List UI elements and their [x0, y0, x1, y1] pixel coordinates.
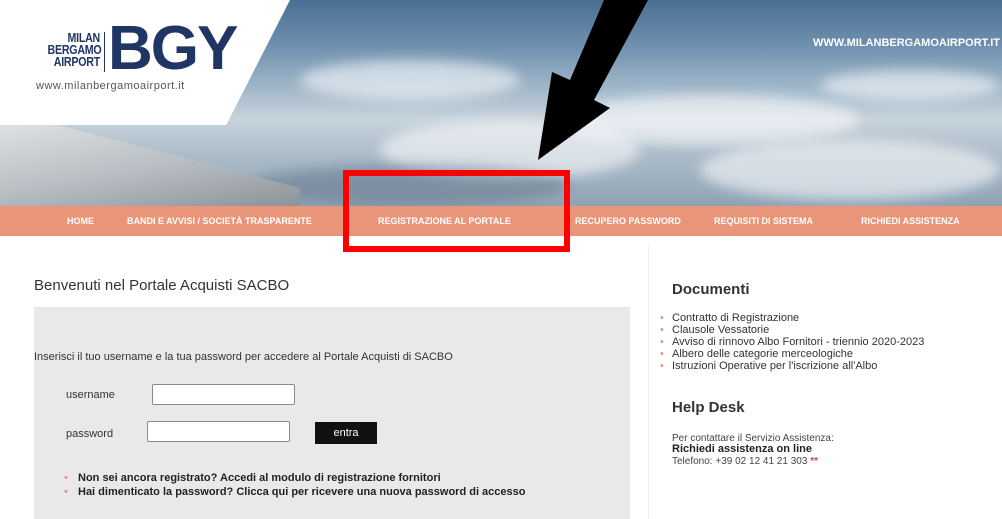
password-input[interactable] — [147, 421, 290, 442]
cloud-shape — [820, 70, 1000, 100]
logo-panel[interactable]: MILAN BERGAMO AIRPORT BGY www.milanberga… — [0, 0, 290, 125]
login-button[interactable]: entra — [315, 422, 377, 444]
nav-bandi-avvisi[interactable]: Bandi e Avvisi / Società Trasparente — [127, 206, 312, 236]
helpdesk-title: Help Desk — [672, 399, 745, 416]
document-link[interactable]: • Albero delle categorie merceologiche — [660, 348, 924, 360]
logo-bgy: BGY — [108, 14, 238, 83]
bullet-icon: • — [660, 336, 664, 348]
bullet-icon: • — [660, 324, 664, 336]
documents-list: • Contratto di Registrazione • Clausole Ve… — [660, 312, 924, 372]
helpdesk-online-link[interactable]: Richiedi assistenza on line — [672, 444, 812, 455]
page-title: Benvenuti nel Portale Acquisti SACBO — [34, 277, 290, 294]
nav-home[interactable]: Home — [67, 206, 94, 236]
bullet-icon: • — [660, 348, 664, 360]
document-link[interactable]: • Contratto di Registrazione — [660, 312, 924, 324]
nav-recupero-password[interactable]: Recupero Password — [575, 206, 681, 236]
cloud-shape — [700, 140, 1000, 200]
document-link[interactable]: • Avviso di rinnovo Albo Fornitori - trie… — [660, 336, 924, 348]
site-url-link[interactable]: WWW.MILANBERGAMOAIRPORT.IT — [813, 37, 1000, 49]
logo-url: www.milanbergamoairport.it — [36, 80, 185, 92]
register-link[interactable]: • Non sei ancora registrato? Accedi al mo… — [64, 471, 526, 485]
login-intro-text: Inserisci il tuo username e la tua passw… — [34, 351, 453, 363]
username-label: username — [66, 389, 115, 401]
bullet-icon: • — [64, 472, 68, 484]
bullet-icon: • — [660, 360, 664, 372]
username-input[interactable] — [152, 384, 295, 405]
password-label: password — [66, 428, 114, 440]
logo-small-text: MILAN BERGAMO AIRPORT — [47, 30, 102, 69]
cloud-shape — [300, 60, 520, 100]
bullet-icon: • — [660, 312, 664, 324]
helpdesk-star: ** — [810, 456, 818, 467]
document-link[interactable]: • Clausole Vessatorie — [660, 324, 924, 336]
nav-assistenza[interactable]: Richiedi Assistenza — [861, 206, 960, 236]
helpdesk-phone-text: Telefono: +39 02 12 41 21 303 — [672, 456, 808, 467]
bullet-icon: • — [64, 486, 68, 498]
logo-separator — [104, 32, 105, 72]
annotation-highlight-box — [343, 170, 570, 252]
forgot-password-link[interactable]: • Hai dimenticato la password? Clicca qui… — [64, 485, 526, 499]
nav-requisiti[interactable]: Requisiti di Sistema — [714, 206, 813, 236]
documents-title: Documenti — [672, 281, 750, 298]
login-links: • Non sei ancora registrato? Accedi al mo… — [64, 471, 526, 499]
document-link[interactable]: • Istruzioni Operative per l'iscrizione a… — [660, 360, 924, 372]
helpdesk-phone: Telefono: +39 02 12 41 21 303 ** — [672, 456, 818, 467]
